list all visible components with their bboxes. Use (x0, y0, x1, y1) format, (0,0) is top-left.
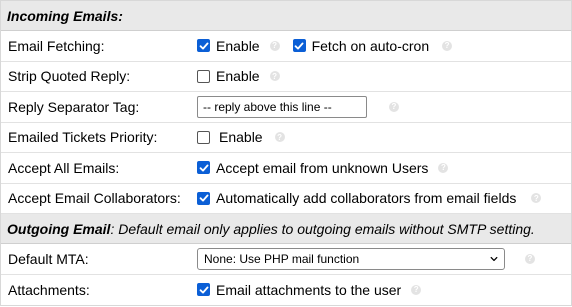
checkmark-icon (199, 164, 208, 172)
checkmark-icon (199, 194, 208, 202)
attachments-row: Attachments: Email attachments to the us… (1, 275, 571, 306)
tickets-priority-label: Emailed Tickets Priority: (8, 129, 158, 146)
incoming-emails-title: Incoming Emails: (7, 7, 123, 24)
email-fetching-row: Email Fetching: Enable ? Fetch on auto-c… (1, 31, 571, 62)
accept-collaborators-label: Accept Email Collaborators: (8, 190, 181, 207)
accept-all-emails-label: Accept All Emails: (8, 159, 120, 176)
email-settings-table: Incoming Emails: Email Fetching: Enable … (0, 0, 572, 306)
question-circle-icon[interactable]: ? (442, 40, 453, 51)
auto-add-collaborators-label[interactable]: Automatically add collaborators from ema… (216, 190, 516, 206)
default-mta-label: Default MTA: (8, 250, 89, 267)
strip-quoted-enable-checkbox[interactable] (197, 69, 210, 83)
email-attachments-checkbox[interactable] (197, 283, 210, 297)
chevron-down-icon (490, 256, 498, 261)
accept-all-emails-controls: Accept email from unknown Users ? (197, 160, 449, 176)
email-fetching-label: Email Fetching: (8, 37, 105, 54)
question-circle-icon[interactable]: ? (269, 40, 280, 51)
email-fetching-controls: Enable ? Fetch on auto-cron ? (197, 38, 453, 54)
tickets-priority-enable-checkbox[interactable] (197, 130, 210, 144)
strip-quoted-reply-row: Strip Quoted Reply: Enable ? (1, 62, 571, 92)
reply-separator-input[interactable] (197, 95, 367, 118)
default-mta-row: Default MTA: None: Use PHP mail function… (1, 244, 571, 275)
outgoing-email-note: : Default email only applies to outgoing… (110, 220, 535, 237)
question-circle-icon[interactable]: ? (274, 132, 285, 143)
accept-collaborators-row: Accept Email Collaborators: Automaticall… (1, 184, 571, 214)
default-mta-selected-value: None: Use PHP mail function (204, 251, 360, 266)
accept-collaborators-controls: Automatically add collaborators from ema… (197, 190, 542, 206)
question-circle-icon[interactable]: ? (411, 284, 422, 295)
auto-add-collaborators-checkbox[interactable] (197, 191, 210, 205)
accept-all-emails-row: Accept All Emails: Accept email from unk… (1, 153, 571, 184)
tickets-priority-enable-label[interactable]: Enable (219, 129, 263, 145)
accept-unknown-users-checkbox[interactable] (197, 161, 210, 175)
tickets-priority-row: Emailed Tickets Priority: Enable ? (1, 123, 571, 153)
tickets-priority-controls: Enable ? (197, 129, 285, 145)
checkmark-icon (294, 42, 304, 50)
default-mta-controls: None: Use PHP mail function ? (197, 247, 535, 270)
incoming-emails-header: Incoming Emails: (1, 1, 571, 31)
outgoing-email-title: Outgoing Email (7, 220, 111, 237)
checkmark-icon (199, 42, 208, 50)
email-fetching-enable-checkbox[interactable] (197, 39, 210, 53)
question-circle-icon[interactable]: ? (389, 101, 399, 112)
question-circle-icon[interactable]: ? (531, 193, 542, 204)
reply-separator-label: Reply Separator Tag: (8, 98, 140, 115)
outgoing-email-header: Outgoing Email: Default email only appli… (1, 214, 571, 244)
email-fetching-enable-label[interactable]: Enable (216, 38, 260, 54)
question-circle-icon[interactable]: ? (525, 253, 535, 264)
fetch-auto-cron-checkbox[interactable] (292, 39, 306, 53)
question-circle-icon[interactable]: ? (269, 71, 280, 82)
strip-quoted-reply-controls: Enable ? (197, 68, 280, 84)
accept-unknown-users-label[interactable]: Accept email from unknown Users (216, 160, 428, 176)
reply-separator-controls: ? (197, 95, 399, 118)
checkmark-icon (199, 286, 208, 294)
reply-separator-row: Reply Separator Tag: ? (1, 92, 571, 123)
strip-quoted-reply-label: Strip Quoted Reply: (8, 68, 131, 85)
attachments-controls: Email attachments to the user ? (197, 282, 422, 298)
question-circle-icon[interactable]: ? (438, 162, 449, 173)
default-mta-select[interactable]: None: Use PHP mail function (197, 247, 505, 270)
email-attachments-label[interactable]: Email attachments to the user (216, 282, 401, 298)
strip-quoted-enable-label[interactable]: Enable (216, 68, 260, 84)
attachments-label: Attachments: (8, 281, 90, 298)
fetch-auto-cron-label[interactable]: Fetch on auto-cron (312, 38, 430, 54)
